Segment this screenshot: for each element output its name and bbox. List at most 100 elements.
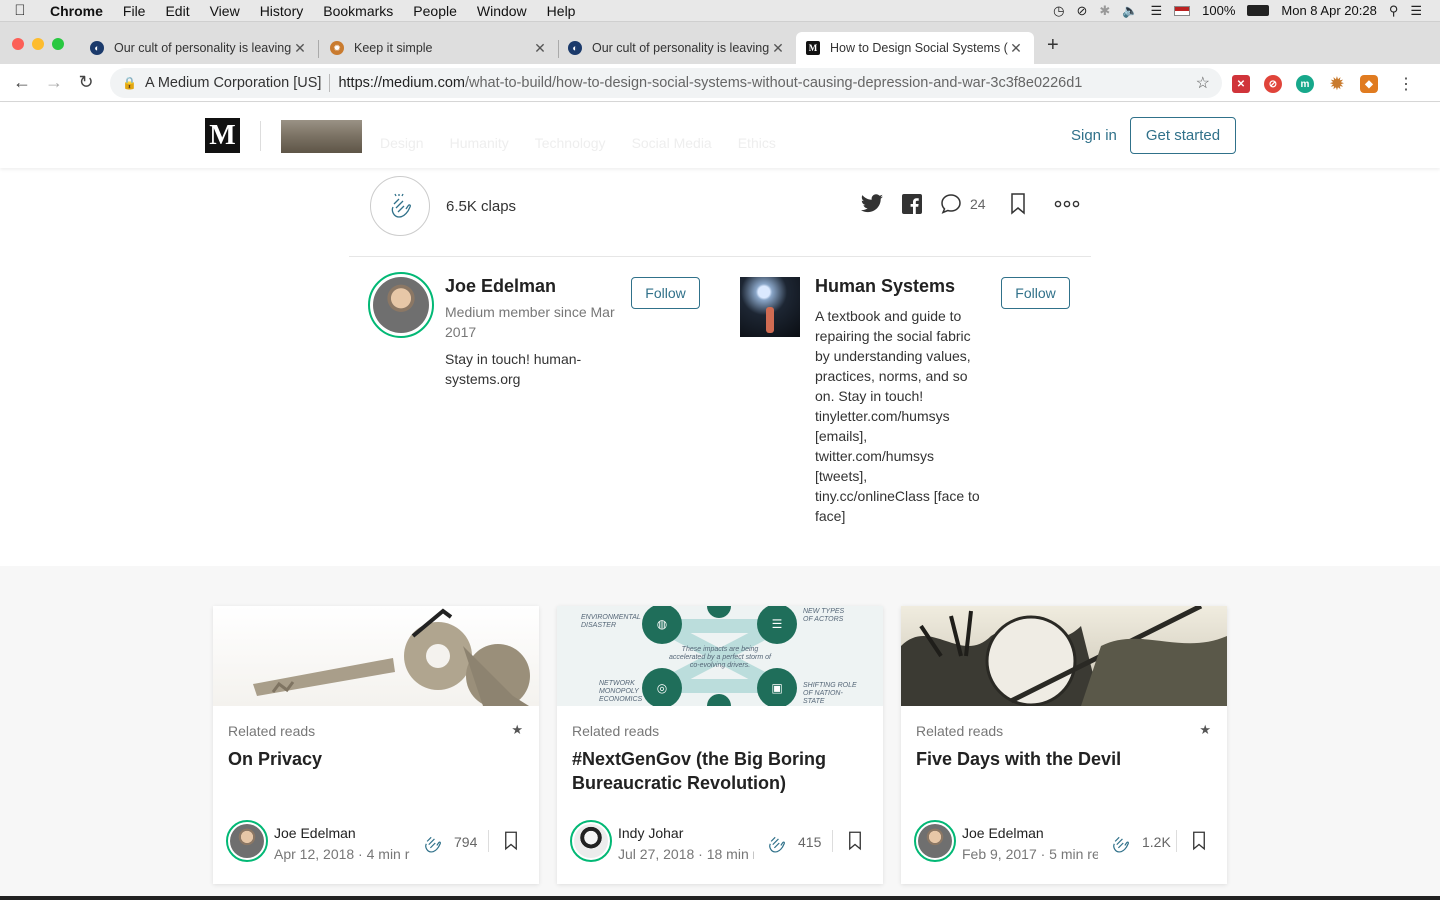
card-author-avatar[interactable] [914,820,956,862]
clap-button[interactable] [370,176,430,236]
nav-humanity[interactable]: Humanity [450,135,509,151]
card-author-avatar[interactable] [226,820,268,862]
card-title[interactable]: Five Days with the Devil [916,747,1212,771]
tab-0[interactable]: ◐ Our cult of personality is leaving ✕ [80,32,318,64]
tab-1[interactable]: ✹ Keep it simple ✕ [320,32,558,64]
facebook-icon[interactable] [902,194,922,214]
wifi-icon[interactable]: ☰ [1151,3,1163,19]
related-card[interactable]: ◍ ☰ ◎ ▣ Environmental disaster New types… [557,606,883,884]
bookmark-icon[interactable] [848,831,862,851]
notification-center-icon[interactable]: ☰ [1410,3,1422,19]
chrome-menu-icon[interactable]: ⋮ [1398,74,1414,94]
bookmark-icon[interactable] [504,831,518,851]
menu-window[interactable]: Window [467,3,537,19]
author-avatar[interactable] [368,272,434,338]
sign-in-link[interactable]: Sign in [1071,127,1117,144]
lock-icon[interactable]: 🔒 [122,76,137,90]
menu-edit[interactable]: Edit [155,3,199,19]
medium-logo[interactable]: M [205,118,240,153]
close-window-button[interactable] [12,38,24,50]
reload-icon[interactable]: ↻ [70,72,102,93]
menu-help[interactable]: Help [537,3,586,19]
publication-logo[interactable] [281,120,362,153]
comment-icon[interactable]: 24 [940,193,986,215]
spotlight-icon[interactable]: ⚲ [1389,3,1399,19]
gear-extension-icon[interactable]: ✹ [1328,75,1346,93]
tab-3-active[interactable]: M How to Design Social Systems ( ✕ [796,32,1034,64]
nav-social-media[interactable]: Social Media [632,135,712,151]
bookmark-icon[interactable] [1010,193,1026,215]
card-image-gov[interactable]: ◍ ☰ ◎ ▣ Environmental disaster New types… [557,606,883,706]
menu-file[interactable]: File [113,3,156,19]
bookmark-star-icon[interactable]: ☆ [1196,73,1210,93]
address-separator [329,74,331,92]
nav-design[interactable]: Design [380,135,424,151]
menu-app[interactable]: Chrome [40,3,113,19]
card-separator [488,830,489,852]
cert-org[interactable]: A Medium Corporation [US] [145,75,322,91]
block-extension-icon[interactable]: ⊘ [1264,75,1282,93]
flag-icon[interactable] [1174,5,1191,16]
close-tab-icon[interactable]: ✕ [1008,40,1024,57]
browser-toolbar: ← → ↻ 🔒 A Medium Corporation [US] https:… [0,64,1440,102]
gov-text-1: Environmental disaster [581,614,641,629]
medium-header: M Design Humanity Technology Social Medi… [0,103,1440,168]
nav-technology[interactable]: Technology [535,135,606,151]
follow-author-button[interactable]: Follow [631,277,700,309]
forward-icon[interactable]: → [38,72,70,93]
clap-icon[interactable] [763,830,789,856]
dnd-icon[interactable]: ⊘ [1077,3,1088,19]
card-author-name[interactable]: Joe Edelman [962,825,1044,841]
back-icon[interactable]: ← [6,72,38,93]
macos-menubar:  Chrome File Edit View History Bookmark… [0,0,1440,22]
url-path[interactable]: /what-to-build/how-to-design-social-syst… [465,75,1082,91]
bluetooth-icon[interactable]: ✱ [1099,3,1110,19]
zoom-window-button[interactable] [52,38,64,50]
get-started-button[interactable]: Get started [1130,117,1236,154]
medium-favicon-icon: M [806,41,820,55]
follow-publication-button[interactable]: Follow [1001,277,1070,309]
menu-people[interactable]: People [403,3,467,19]
shield-extension-icon[interactable]: ✕ [1232,75,1250,93]
apple-icon[interactable]:  [0,2,40,19]
clock[interactable]: Mon 8 Apr 20:28 [1281,3,1376,18]
card-author-name[interactable]: Joe Edelman [274,825,356,841]
more-options-icon[interactable] [1054,200,1080,208]
nav-ethics[interactable]: Ethics [738,135,776,151]
menu-bookmarks[interactable]: Bookmarks [313,3,403,19]
bookmark-icon[interactable] [1192,831,1206,851]
twitter-icon[interactable] [860,194,884,214]
volume-icon[interactable]: 🔈 [1122,3,1138,19]
card-label: Related reads [572,723,660,739]
card-title[interactable]: On Privacy [228,747,524,771]
close-tab-icon[interactable]: ✕ [292,40,308,57]
m-extension-icon[interactable]: m [1296,75,1314,93]
menu-view[interactable]: View [200,3,250,19]
url-host[interactable]: https://medium.com [338,75,465,91]
timemachine-icon[interactable]: ◷ [1053,3,1064,19]
author-name[interactable]: Joe Edelman [445,276,556,297]
publication-name[interactable]: Human Systems [815,276,955,297]
card-title[interactable]: #NextGenGov (the Big Boring Bureaucratic… [572,747,868,795]
related-card[interactable]: Related reads ★ On Privacy Joe Edelman A… [213,606,539,884]
card-author-avatar[interactable] [570,820,612,862]
card-image-keys[interactable] [213,606,539,706]
address-bar[interactable]: 🔒 A Medium Corporation [US] https://medi… [110,68,1222,98]
minimize-window-button[interactable] [32,38,44,50]
card-label: Related reads [916,723,1004,739]
related-card[interactable]: Related reads ★ Five Days with the Devil… [901,606,1227,884]
member-star-icon: ★ [511,722,523,737]
tab-2[interactable]: ◐ Our cult of personality is leaving ✕ [558,32,796,64]
clap-icon[interactable] [1107,830,1133,856]
card-label: Related reads [228,723,316,739]
fox-extension-icon[interactable]: ◆ [1360,75,1378,93]
card-author-name[interactable]: Indy Johar [618,825,683,841]
menu-history[interactable]: History [250,3,314,19]
card-image-devil[interactable] [901,606,1227,706]
clap-icon[interactable] [419,830,445,856]
close-tab-icon[interactable]: ✕ [532,40,548,57]
publication-avatar[interactable] [740,277,800,337]
new-tab-button[interactable]: + [1047,34,1059,57]
battery-icon[interactable] [1247,5,1270,16]
close-tab-icon[interactable]: ✕ [770,40,786,57]
